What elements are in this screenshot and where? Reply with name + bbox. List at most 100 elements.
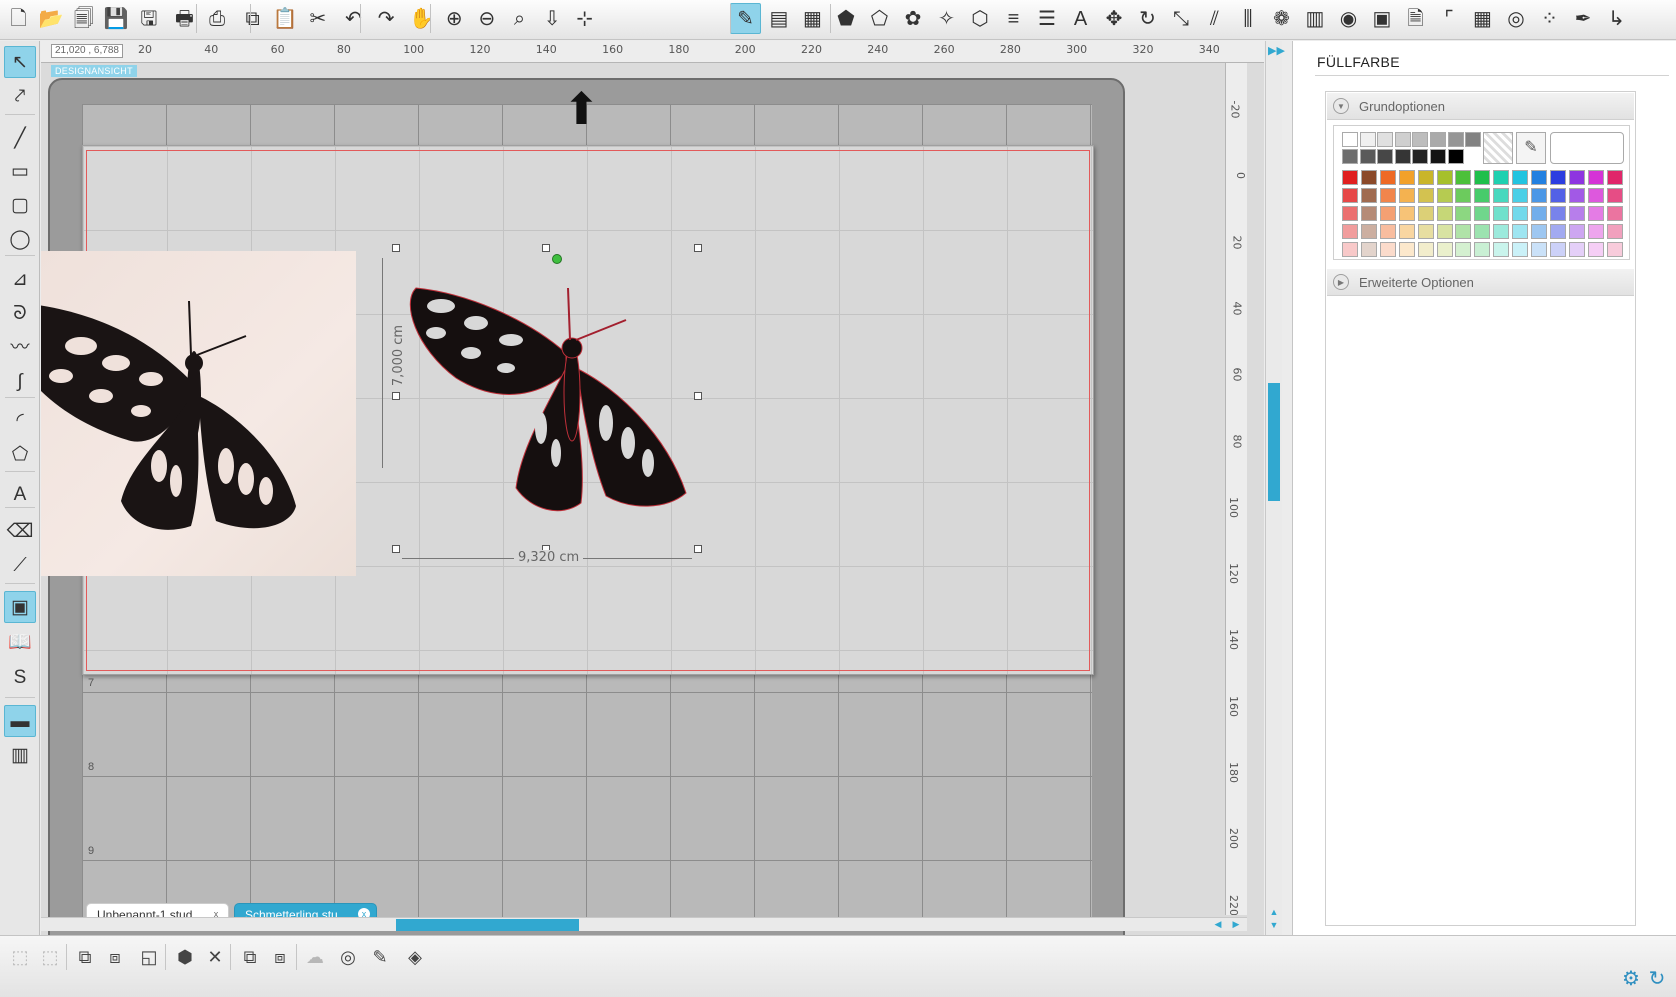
color-swatch[interactable] [1394, 149, 1411, 164]
selection-box[interactable]: 7,000 cm 9,320 cm [382, 244, 722, 565]
color-swatch[interactable] [1606, 188, 1623, 203]
color-swatch[interactable] [1377, 132, 1394, 147]
color-swatch[interactable] [1493, 242, 1510, 257]
design-view-icon[interactable]: ▣ [4, 591, 36, 623]
offset-icon[interactable]: ◉ [1333, 3, 1364, 34]
resize-handle-bottom-left[interactable] [392, 545, 400, 553]
transparent-swatch[interactable] [1483, 132, 1513, 164]
resize-handle-top[interactable] [542, 244, 550, 252]
design-canvas[interactable]: ⬆ 7,000 cm 9,320 cm 21,020 , 6,788 20 40… [41, 41, 1264, 935]
shape-sketch-icon[interactable]: ✧ [931, 3, 962, 34]
color-swatch[interactable] [1568, 242, 1585, 257]
color-swatch[interactable] [1436, 206, 1453, 221]
bring-to-front-icon[interactable]: ⧉ [235, 942, 265, 972]
color-swatch[interactable] [1493, 170, 1510, 185]
eyedropper-icon[interactable]: ✎ [1516, 132, 1546, 164]
color-swatch[interactable] [1568, 188, 1585, 203]
spiral-offset-icon[interactable]: ◎ [1501, 3, 1532, 34]
color-swatch[interactable] [1417, 206, 1434, 221]
paste-icon[interactable]: 📋 [270, 3, 301, 34]
source-photo-image[interactable] [41, 251, 356, 576]
page-setup-icon[interactable]: 🗎 [1400, 3, 1431, 34]
color-swatch[interactable] [1474, 170, 1491, 185]
color-swatch[interactable] [1493, 224, 1510, 239]
send-icon[interactable]: ↳ [1601, 3, 1632, 34]
color-swatch[interactable] [1549, 170, 1566, 185]
color-swatch[interactable] [1531, 170, 1547, 185]
color-swatch[interactable] [1379, 188, 1396, 203]
color-swatch[interactable] [1568, 224, 1585, 239]
color-swatch[interactable] [1455, 206, 1472, 221]
color-swatch[interactable] [1455, 188, 1472, 203]
fill-gradient-icon[interactable]: ▤ [764, 3, 795, 34]
color-swatch[interactable] [1512, 242, 1529, 257]
polyline-tool-icon[interactable]: ⊿ [4, 263, 36, 295]
trace-quick-icon[interactable]: ✎ [365, 942, 395, 972]
color-swatch[interactable] [1447, 132, 1464, 147]
sync-icon[interactable]: ↻ [1642, 964, 1672, 994]
color-swatch[interactable] [1417, 170, 1434, 185]
line-tool-icon[interactable]: ╱ [4, 122, 36, 154]
color-swatch[interactable] [1512, 188, 1529, 203]
horizontal-scrollbar[interactable]: ◀ ▶ [41, 917, 1247, 931]
color-swatch[interactable] [1359, 132, 1376, 147]
color-swatch[interactable] [1360, 242, 1377, 257]
redo-icon[interactable]: ↷ [371, 3, 402, 34]
color-swatch[interactable] [1606, 206, 1623, 221]
horizontal-scroll-thumb[interactable] [396, 919, 579, 931]
color-swatch[interactable] [1430, 149, 1446, 164]
scale-icon[interactable]: ⤡ [1166, 3, 1197, 34]
open-folder-icon[interactable]: 📂 [36, 3, 67, 34]
color-swatch[interactable] [1447, 149, 1464, 164]
modify-icon[interactable]: ▥ [1300, 3, 1331, 34]
send-backward-icon[interactable]: ◱ [134, 942, 164, 972]
select-tool-icon[interactable]: ↖ [4, 46, 36, 78]
color-swatch[interactable] [1549, 224, 1566, 239]
replicate-icon[interactable]: ❁ [1266, 3, 1297, 34]
color-swatch[interactable] [1379, 206, 1396, 221]
align-icon[interactable]: ⫼ [1233, 3, 1264, 34]
weld-icon[interactable]: ☁ [300, 942, 330, 972]
resize-handle-top-left[interactable] [392, 244, 400, 252]
group-icon[interactable]: ⬚ [5, 942, 35, 972]
rectangle-tool-icon[interactable]: ▭ [4, 155, 36, 187]
color-swatch[interactable] [1377, 149, 1394, 164]
bring-forward-icon[interactable]: ⬢ [170, 942, 200, 972]
color-swatch[interactable] [1474, 206, 1491, 221]
color-swatch[interactable] [1455, 170, 1472, 185]
zoom-selection-icon[interactable]: ⌕ [504, 3, 535, 34]
color-swatch[interactable] [1512, 206, 1529, 221]
vertical-scrollbar[interactable]: ▶▶ ▲ ▼ [1265, 41, 1285, 935]
delete-icon[interactable]: ✕ [200, 942, 230, 972]
fit-to-page-icon[interactable]: ⊹ [569, 3, 600, 34]
release-compound-icon[interactable]: ⧉ [70, 942, 100, 972]
color-swatch[interactable] [1587, 224, 1604, 239]
shear-icon[interactable]: ⫽ [1199, 3, 1230, 34]
color-swatch[interactable] [1359, 149, 1376, 164]
color-swatch[interactable] [1436, 170, 1453, 185]
library-icon[interactable]: 📖 [4, 626, 36, 658]
two-pane-view-icon[interactable]: ▥ [4, 739, 36, 771]
color-swatch[interactable] [1436, 224, 1453, 239]
color-swatch[interactable] [1436, 242, 1453, 257]
cut-icon[interactable]: ✂ [302, 3, 333, 34]
shape-outline-icon[interactable]: ⬡ [965, 3, 996, 34]
color-swatch[interactable] [1342, 206, 1358, 221]
registration-marks-icon[interactable]: ⌜ [1434, 3, 1465, 34]
color-swatch[interactable] [1379, 224, 1396, 239]
rotate-icon[interactable]: ↻ [1132, 3, 1163, 34]
color-swatch[interactable] [1398, 242, 1415, 257]
scroll-down-arrow-icon[interactable]: ▼ [1267, 919, 1281, 931]
scroll-right-arrow-icon[interactable]: ▶ [1229, 918, 1243, 930]
polygon-tool-icon[interactable]: ⬠ [4, 438, 36, 470]
color-swatch[interactable] [1379, 242, 1396, 257]
color-swatch[interactable] [1474, 242, 1491, 257]
fill-pattern-icon[interactable]: ▦ [797, 3, 828, 34]
color-swatch[interactable] [1394, 132, 1411, 147]
color-swatch[interactable] [1455, 242, 1472, 257]
color-swatch[interactable] [1417, 188, 1434, 203]
edit-points-tool-icon[interactable]: ⤤ [4, 80, 36, 112]
color-swatch[interactable] [1531, 242, 1547, 257]
color-swatch[interactable] [1549, 188, 1566, 203]
zoom-in-icon[interactable]: ⊕ [439, 3, 470, 34]
